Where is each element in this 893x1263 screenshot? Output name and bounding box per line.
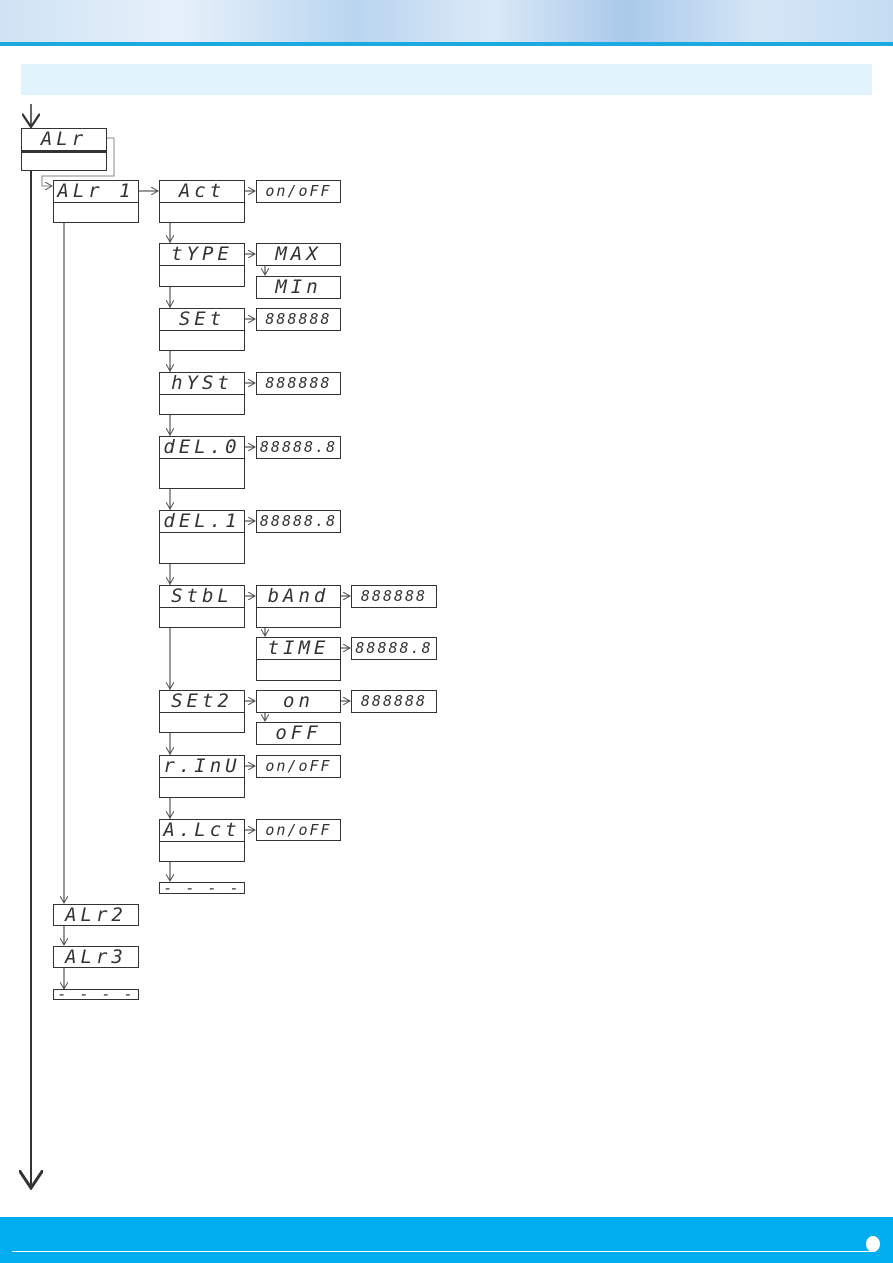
menu-alr1[interactable]: ALr 1 — [53, 180, 139, 223]
param-label: SEt2 — [160, 691, 244, 713]
param-band[interactable]: bAnd — [256, 585, 341, 628]
value-time[interactable]: 88888.8 — [351, 637, 437, 660]
value-label: oFF — [275, 723, 322, 744]
param-rinu[interactable]: r.InU — [159, 755, 245, 798]
value-label: 888888 — [265, 374, 332, 392]
param-del0[interactable]: dEL.0 — [159, 436, 245, 489]
value-label: on/oFF — [265, 821, 332, 839]
menu-alr3[interactable]: ALr3 — [53, 946, 139, 968]
menu-label: ALr2 — [65, 905, 127, 926]
param-label: r.InU — [160, 756, 244, 778]
param-time[interactable]: tIME — [256, 637, 341, 681]
menu-label: ALr — [22, 129, 106, 153]
option-on[interactable]: on — [256, 690, 341, 713]
param-label: dEL.0 — [160, 437, 244, 459]
menu-alr[interactable]: ALr — [21, 128, 107, 171]
footer-bar — [0, 1217, 893, 1263]
value-label: on — [283, 691, 314, 712]
value-set[interactable]: 888888 — [256, 308, 341, 331]
param-label: StbL — [160, 586, 244, 608]
value-label: on/oFF — [265, 182, 332, 200]
value-label: on/oFF — [265, 757, 332, 775]
value-del1[interactable]: 88888.8 — [256, 510, 341, 533]
param-set[interactable]: SEt — [159, 308, 245, 351]
footer-divider — [12, 1251, 874, 1252]
value-label: 88888.8 — [259, 512, 338, 530]
value-act[interactable]: on/oFF — [256, 180, 341, 203]
value-label: 888888 — [265, 310, 332, 328]
value-label: MIn — [275, 277, 322, 298]
param-type[interactable]: tYPE — [159, 243, 245, 287]
param-alct[interactable]: A.Lct — [159, 819, 245, 862]
value-band[interactable]: 888888 — [351, 585, 437, 608]
menu-end: - - - - — [53, 989, 139, 1000]
param-act[interactable]: Act — [159, 180, 245, 223]
menu-label: ALr3 — [65, 947, 127, 968]
menu-label: ALr 1 — [54, 181, 138, 203]
option-off[interactable]: oFF — [256, 722, 341, 745]
param-label: SEt — [160, 309, 244, 331]
menu-label: - - - - — [57, 990, 135, 999]
value-rinu[interactable]: on/oFF — [256, 755, 341, 778]
param-label: A.Lct — [160, 820, 244, 842]
value-alct[interactable]: on/oFF — [256, 819, 341, 841]
value-label: 888888 — [360, 692, 428, 710]
option-min[interactable]: MIn — [256, 276, 341, 299]
param-label: dEL.1 — [160, 511, 244, 533]
option-max[interactable]: MAX — [256, 243, 341, 266]
param-label: tIME — [257, 638, 340, 660]
value-label: 88888.8 — [355, 639, 433, 657]
value-set2[interactable]: 888888 — [351, 690, 437, 713]
value-label: - - - - — [163, 883, 241, 893]
value-label: 88888.8 — [259, 438, 338, 456]
param-label: tYPE — [160, 244, 244, 266]
param-stbl[interactable]: StbL — [159, 585, 245, 628]
value-label: MAX — [275, 244, 322, 265]
value-hyst[interactable]: 888888 — [256, 372, 341, 395]
param-set2[interactable]: SEt2 — [159, 690, 245, 733]
param-label: Act — [160, 181, 244, 203]
param-label: hYSt — [160, 373, 244, 395]
param-end: - - - - — [159, 882, 245, 894]
value-del0[interactable]: 88888.8 — [256, 436, 341, 459]
param-del1[interactable]: dEL.1 — [159, 510, 245, 564]
menu-alr2[interactable]: ALr2 — [53, 904, 139, 926]
param-label: bAnd — [257, 586, 340, 608]
value-label: 888888 — [360, 587, 428, 605]
param-hyst[interactable]: hYSt — [159, 372, 245, 415]
page-number-badge — [866, 1236, 880, 1252]
